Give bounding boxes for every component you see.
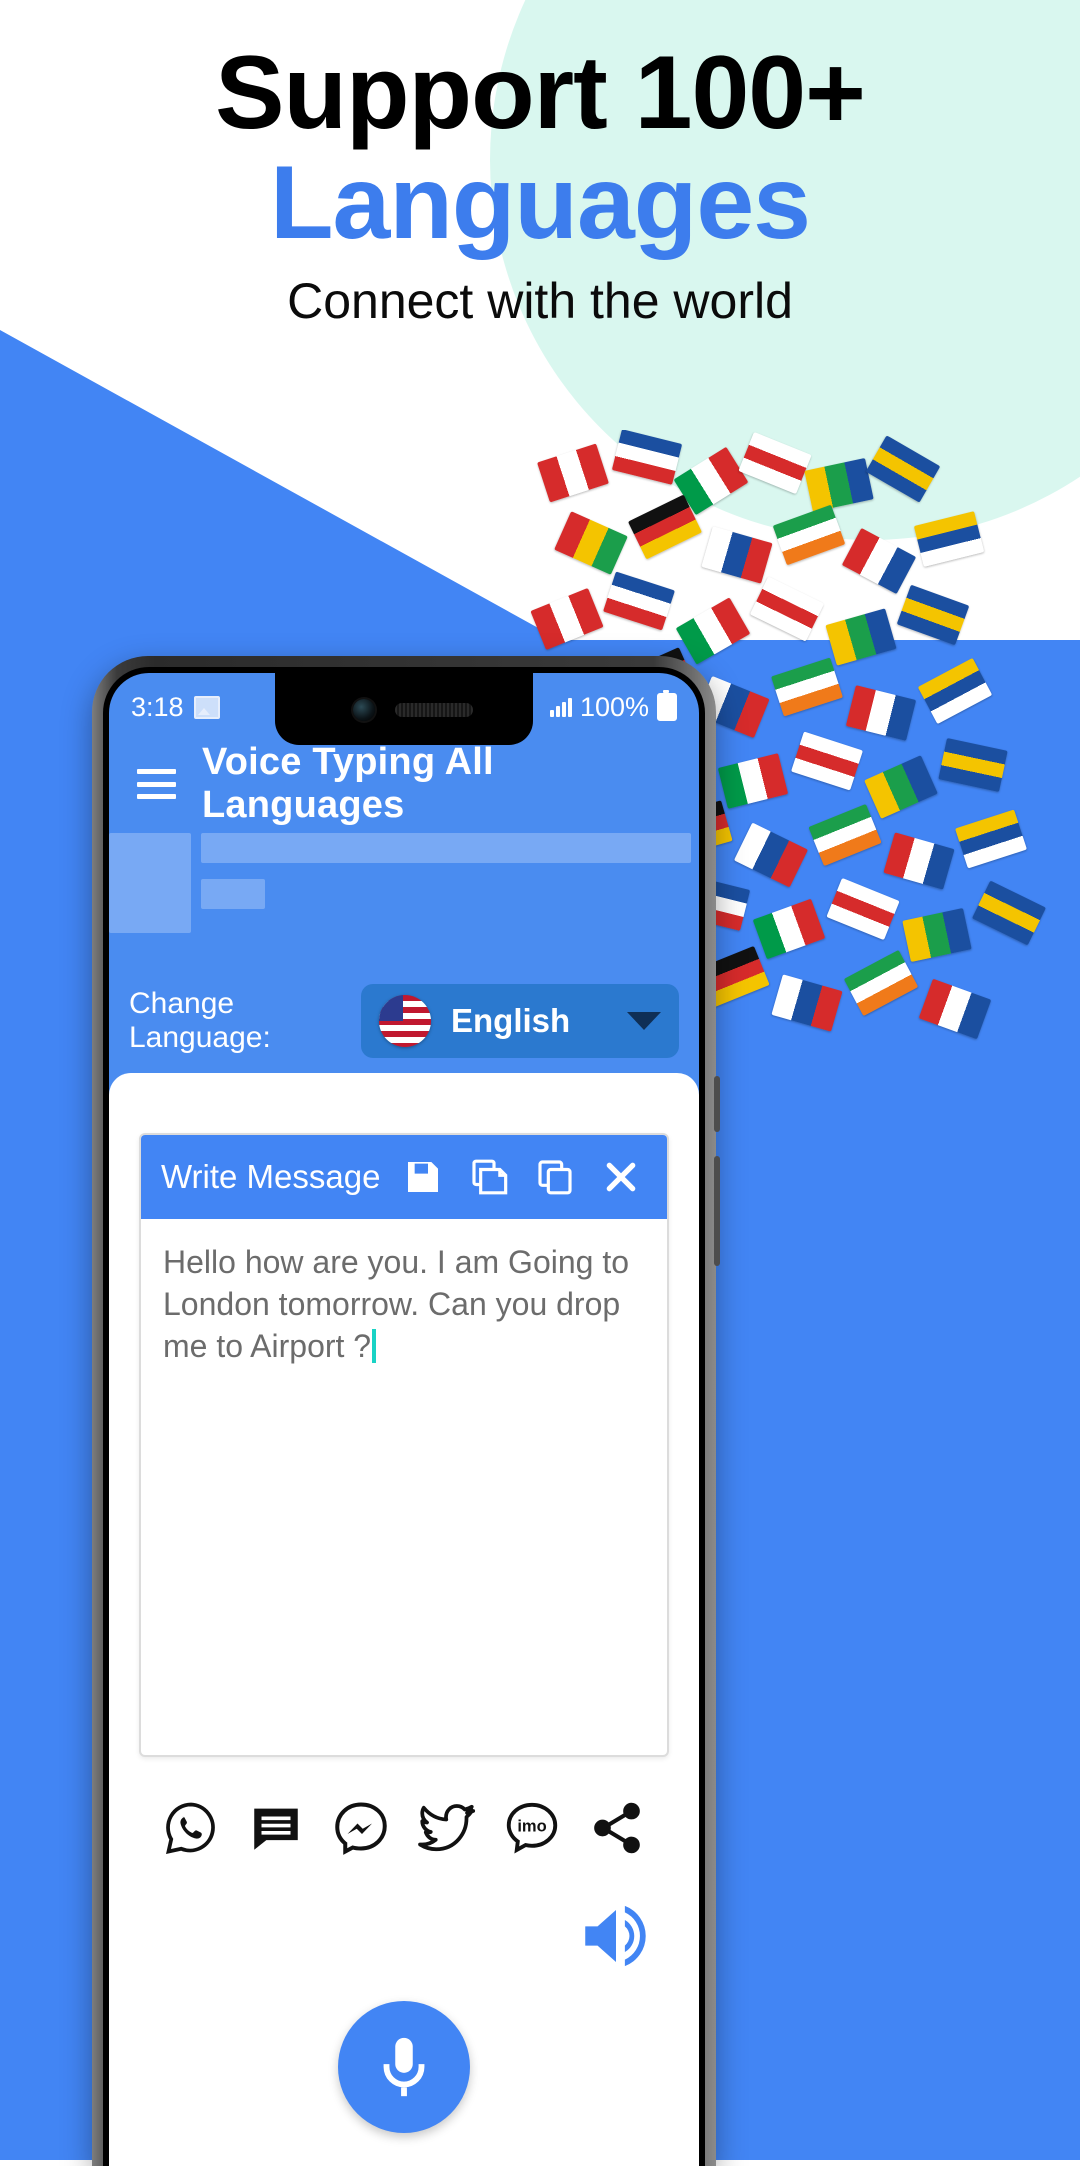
selected-language-label: English <box>451 1002 571 1039</box>
status-bar-right: 100% <box>549 690 677 723</box>
whatsapp-icon[interactable] <box>155 1792 227 1864</box>
change-language-label: Change Language: <box>129 987 271 1054</box>
promo-title-line1: Support 100+ <box>215 35 866 151</box>
phone-mockup: 3:18 100% Voice Typing All Languages Cha… <box>92 656 720 2166</box>
hamburger-menu-icon[interactable] <box>137 769 177 799</box>
microphone-button[interactable] <box>338 2001 470 2133</box>
status-bar-left: 3:18 <box>131 692 220 723</box>
earpiece-speaker <box>395 703 473 717</box>
phone-bezel: 3:18 100% Voice Typing All Languages Cha… <box>103 667 705 2166</box>
front-camera-icon <box>353 699 375 721</box>
twitter-icon[interactable] <box>411 1792 483 1864</box>
battery-icon <box>657 690 677 721</box>
imo-icon[interactable]: imo <box>496 1792 568 1864</box>
change-language-row: Change Language: English <box>109 973 699 1069</box>
chevron-down-icon[interactable] <box>627 1012 661 1030</box>
phone-side-button-2 <box>714 1156 720 1266</box>
share-icon[interactable] <box>581 1792 653 1864</box>
svg-text:imo: imo <box>517 1817 546 1836</box>
phone-notch <box>275 673 533 745</box>
status-time: 3:18 <box>131 691 184 722</box>
write-message-header: Write Message <box>141 1135 667 1219</box>
ad-thumbnail-placeholder <box>109 833 191 933</box>
write-message-card: Write Message Hello how are you. I am Go… <box>139 1133 669 1757</box>
message-text: Hello how are you. I am Going to London … <box>163 1244 638 1365</box>
text-cursor <box>372 1329 377 1364</box>
phone-screen: 3:18 100% Voice Typing All Languages Cha… <box>109 673 699 2166</box>
sms-icon[interactable] <box>240 1792 312 1864</box>
image-icon <box>193 695 220 719</box>
ad-placeholder-band[interactable] <box>109 827 699 947</box>
language-select[interactable]: English <box>361 984 679 1058</box>
ad-subtitle-placeholder <box>201 879 265 909</box>
speaker-icon[interactable] <box>573 1893 659 1979</box>
write-message-body[interactable]: Hello how are you. I am Going to London … <box>141 1219 667 1368</box>
app-title: Voice Typing All Languages <box>202 741 494 826</box>
ad-title-placeholder <box>201 833 691 863</box>
app-bar: Voice Typing All Languages <box>109 741 699 827</box>
copy-icon[interactable] <box>529 1151 581 1203</box>
messenger-icon[interactable] <box>325 1792 397 1864</box>
content-sheet: Write Message Hello how are you. I am Go… <box>109 1073 699 2166</box>
save-icon[interactable] <box>397 1151 449 1203</box>
phone-side-button-1 <box>714 1076 720 1132</box>
write-message-title: Write Message <box>161 1158 381 1195</box>
us-flag-icon <box>379 995 431 1047</box>
battery-percent-label: 100% <box>579 691 649 722</box>
paste-icon[interactable] <box>463 1151 515 1203</box>
close-icon[interactable] <box>595 1151 647 1203</box>
share-icons-row: imo <box>139 1783 669 1873</box>
promo-subtitle: Connect with the world <box>287 273 793 329</box>
promo-title-line2: Languages <box>270 145 811 261</box>
signal-bars-icon <box>549 697 572 717</box>
